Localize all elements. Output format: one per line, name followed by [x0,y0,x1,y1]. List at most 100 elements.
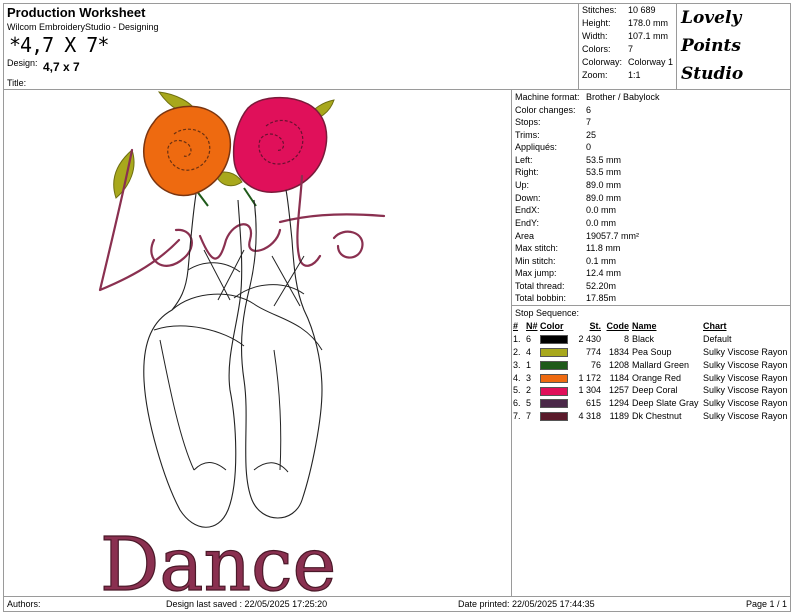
detail-label: Trims: [515,130,540,140]
detail-value: 19057.7 mm² [586,231,640,241]
detail-label: EndY: [515,218,540,228]
detail-value: 53.5 mm [586,167,622,177]
thread-chart: Sulky Viscose Rayon [703,398,788,409]
thread-code: 1257 [608,385,629,396]
detail-label: Right: [515,167,539,177]
thread-chart: Sulky Viscose Rayon [703,359,788,370]
thread-name: Deep Coral [632,385,678,396]
column-header: Code [606,321,630,332]
thread-code: 1834 [608,346,629,357]
row-number: 3. [513,359,521,370]
detail-value: 53.5 mm [586,155,622,165]
page-number: Page 1 / 1 [746,599,788,609]
table-row: 6. 5 615 1294 Deep Slate Gray Sulky Viscose R… [513,397,793,410]
needle-number: 6 [526,334,532,345]
detail-label: Up: [515,180,530,190]
stitch-count: 1 304 [578,385,601,396]
table-row: 5. 2 1 304 1257 Deep Coral Sulky Viscose Rayo… [513,384,793,397]
authors-label: Authors: [7,599,41,609]
table-row: 3. 1 76 1208 Mallard Green Sulky Viscose Rayo… [513,358,793,371]
summary-label: Colors: [582,44,611,54]
thread-chart: Sulky Viscose Rayon [703,346,788,357]
table-header-row: # N# Color St. Code Name Chart [513,320,793,333]
divider-logo-left [676,3,677,90]
table-row: 4. 3 1 172 1184 Orange Red Sulky Viscose Rayo… [513,371,793,384]
row-number: 6. [513,398,521,409]
thread-name: Dk Chestnut [632,410,682,421]
thread-color-swatch [540,335,568,345]
row-number: 2. [513,346,521,357]
red-rose [232,96,328,193]
needle-number: 5 [526,398,532,409]
thread-code: 1184 [609,372,629,383]
divider-details-bottom [511,305,791,306]
summary-label: Colorway: [582,57,623,67]
summary-value: 10 689 [628,5,656,15]
thread-code: 1208 [608,359,629,370]
design-preview: Dance [98,91,386,596]
detail-value: 17.85m [586,293,617,303]
thread-name: Deep Slate Gray [632,398,699,409]
detail-label: Down: [515,193,541,203]
page-title: Production Worksheet [7,5,146,20]
needle-number: 3 [526,372,532,383]
thread-color-swatch [540,360,568,370]
detail-label: Appliqués: [515,142,558,152]
divider-footer-top [3,596,791,597]
thread-name: Black [632,334,655,345]
thread-name: Pea Soup [632,346,672,357]
color-swatch [540,410,574,423]
summary-value: 107.1 mm [628,31,669,41]
summary-value: Colorway 1 [628,57,674,67]
last-saved: Design last saved : 22/05/2025 17:25:20 [166,599,328,609]
column-header: N# [526,321,538,332]
thread-name: Mallard Green [632,359,690,370]
detail-label: Stops: [515,117,541,127]
detail-value: 25 [586,130,597,140]
logo-line: Points [681,36,741,56]
detail-label: Area [515,231,535,241]
row-number: 4. [513,372,521,383]
logo-line: Studio [681,64,744,84]
thread-chart: Default [703,334,732,345]
detail-value: 6 [586,105,592,115]
thread-chart: Sulky Viscose Rayon [703,385,788,396]
column-header: St. [589,321,601,332]
table-row: 2. 4 774 1834 Pea Soup Sulky Viscose Rayon [513,346,793,359]
detail-value: 0 [586,142,592,152]
logo-line: Lovely [681,8,742,28]
color-swatch [540,397,574,410]
detail-label: Min stitch: [515,256,556,266]
detail-value: 0.1 mm [586,256,617,266]
detail-label: Total bobbin: [515,293,567,303]
thread-chart: Sulky Viscose Rayon [703,372,788,383]
title-label: Title: [7,78,27,88]
detail-label: Total thread: [515,281,565,291]
color-swatch [540,371,574,384]
color-swatch [540,358,574,371]
thread-color-swatch [540,412,568,422]
stitch-count: 4 318 [578,410,601,421]
stem-line [195,187,257,207]
thread-color-swatch [540,386,568,396]
color-swatch [540,346,574,359]
detail-value: 89.0 mm [586,193,622,203]
thread-code: 1294 [608,398,629,409]
needle-number: 1 [526,359,532,370]
stop-sequence-heading: Stop Sequence: [515,308,580,318]
detail-value: 52.20m [586,281,617,291]
needle-number: 4 [526,346,532,357]
stitch-count: 2 430 [578,334,601,345]
needle-number: 7 [526,410,532,421]
summary-label: Stitches: [582,5,617,15]
row-number: 5. [513,385,521,396]
design-name-large: *4,7 X 7* [9,33,109,57]
column-header: Name [632,321,657,332]
detail-value: 0.0 mm [586,205,617,215]
stitch-count: 774 [585,346,601,357]
app-subtitle: Wilcom EmbroideryStudio - Designing [7,22,159,32]
thread-color-swatch [540,373,568,383]
row-number: 7. [513,410,521,421]
column-header: Chart [703,321,727,332]
color-swatch [540,384,574,397]
